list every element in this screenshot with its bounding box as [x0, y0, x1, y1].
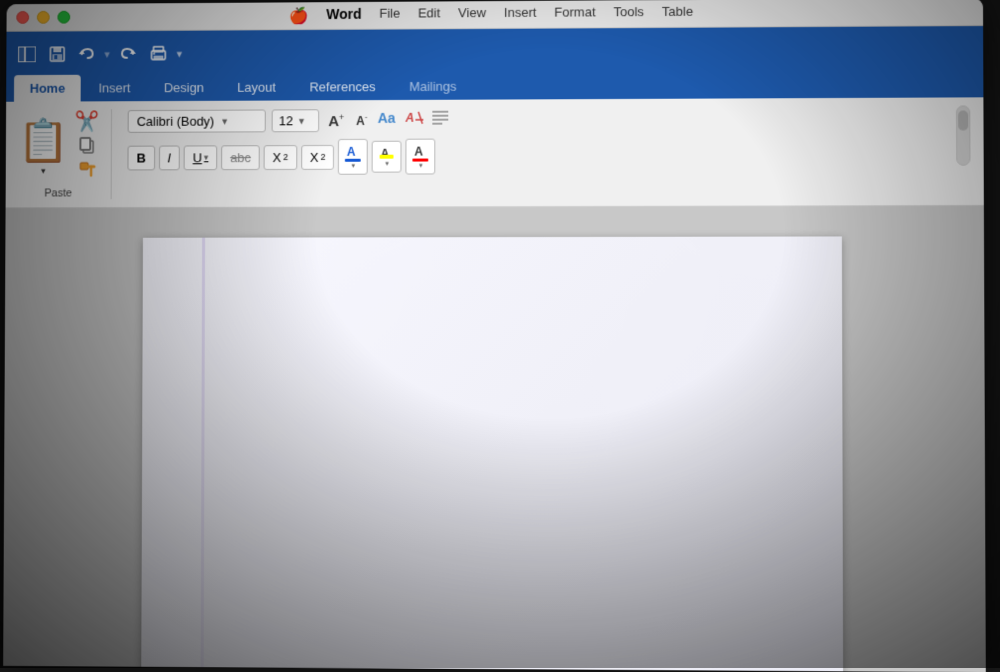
maximize-button[interactable] — [57, 11, 70, 24]
undo-icon[interactable] — [75, 43, 99, 65]
font-selector-row: Calibri (Body) ▼ 12 ▼ A+ A- Aa — [128, 108, 450, 134]
font-name-selector[interactable]: Calibri (Body) ▼ — [128, 110, 266, 133]
undo-arrow[interactable]: ▾ — [104, 48, 109, 61]
save-icon[interactable] — [45, 43, 69, 65]
font-group: Calibri (Body) ▼ 12 ▼ A+ A- Aa — [128, 108, 450, 176]
edit-menu[interactable]: Edit — [418, 5, 440, 25]
bold-button[interactable]: B — [128, 145, 155, 170]
minimize-button[interactable] — [37, 11, 50, 24]
font-color-arrow[interactable]: ▾ — [351, 162, 355, 170]
font-grow-button[interactable]: A+ — [325, 110, 347, 132]
copy-icon[interactable] — [78, 136, 96, 159]
subscript-button[interactable]: X2 — [264, 145, 297, 170]
tab-design[interactable]: Design — [148, 74, 219, 101]
word-menu[interactable]: Word — [326, 5, 361, 25]
apple-menu[interactable]: 🍎 — [289, 6, 309, 26]
tab-mailings[interactable]: Mailings — [393, 73, 472, 100]
highlight-arrow[interactable]: ▾ — [385, 160, 389, 168]
insert-menu[interactable]: Insert — [504, 4, 536, 24]
underline-arrow[interactable]: ▾ — [204, 152, 209, 163]
format-painter-icon[interactable] — [78, 161, 96, 184]
font-size-arrow: ▼ — [297, 116, 306, 126]
quick-access-toolbar: ▾ ▾ — [6, 26, 983, 75]
format-menu[interactable]: Format — [554, 4, 595, 24]
paste-label: Paste — [44, 187, 72, 199]
clear-formatting-icon[interactable]: A — [404, 108, 424, 133]
font-size-selector[interactable]: 12 ▼ — [272, 109, 320, 132]
change-case-icon[interactable]: Aa — [376, 108, 398, 133]
tab-layout[interactable]: Layout — [221, 74, 291, 101]
svg-text:Aa: Aa — [377, 110, 395, 126]
word-window: 🍎 Word File Edit View Insert Format Tool… — [3, 0, 986, 672]
ribbon-scroll — [955, 105, 971, 165]
toolbar-dropdown-icon[interactable]: ▾ — [177, 47, 182, 60]
document-page[interactable] — [141, 236, 843, 672]
scroll-thumb — [958, 110, 968, 130]
tab-insert[interactable]: Insert — [83, 74, 147, 101]
clipboard-group: 📋 ▾ ✂️ — [17, 109, 112, 199]
view-menu[interactable]: View — [458, 5, 486, 25]
font-name-arrow: ▼ — [220, 116, 229, 126]
redo-icon[interactable] — [116, 43, 140, 65]
text-color-arrow[interactable]: ▾ — [419, 162, 423, 170]
font-shrink-button[interactable]: A- — [353, 110, 370, 131]
italic-button[interactable]: I — [159, 145, 180, 170]
format-row: B I U ▾ abc X2 X2 — [128, 139, 450, 176]
highlight-color-button[interactable]: A ▾ — [372, 141, 402, 173]
tab-references[interactable]: References — [294, 73, 392, 100]
paste-large-icon[interactable]: 📋 — [18, 117, 70, 166]
cut-icon[interactable]: ✂️ — [75, 109, 100, 134]
font-color-button[interactable]: A ▾ — [338, 139, 368, 175]
print-icon[interactable] — [145, 43, 171, 65]
strikethrough-button[interactable]: abc — [221, 145, 260, 170]
table-menu[interactable]: Table — [662, 3, 693, 23]
paragraph-marks-icon[interactable] — [430, 109, 450, 132]
tab-home[interactable]: Home — [14, 75, 81, 102]
svg-text:A: A — [347, 145, 356, 158]
underline-button[interactable]: U ▾ — [184, 145, 218, 170]
paste-section: 📋 ▾ ✂️ — [17, 109, 99, 183]
file-menu[interactable]: File — [379, 5, 400, 25]
tools-menu[interactable]: Tools — [614, 4, 644, 24]
svg-text:A: A — [415, 145, 424, 158]
document-area — [3, 206, 986, 672]
paste-dropdown-arrow[interactable]: ▾ — [41, 165, 45, 176]
text-color-button[interactable]: A ▾ — [406, 139, 436, 175]
superscript-button[interactable]: X2 — [301, 144, 334, 169]
close-button[interactable] — [16, 11, 29, 24]
lighting-artifact — [200, 238, 205, 672]
ribbon-content: 📋 ▾ ✂️ — [6, 97, 984, 208]
menu-bar: 🍎 Word File Edit View Insert Format Tool… — [289, 3, 693, 25]
scroll-bar[interactable] — [956, 105, 970, 165]
sidebar-toggle-icon[interactable] — [14, 43, 40, 65]
svg-text:A: A — [404, 111, 414, 125]
